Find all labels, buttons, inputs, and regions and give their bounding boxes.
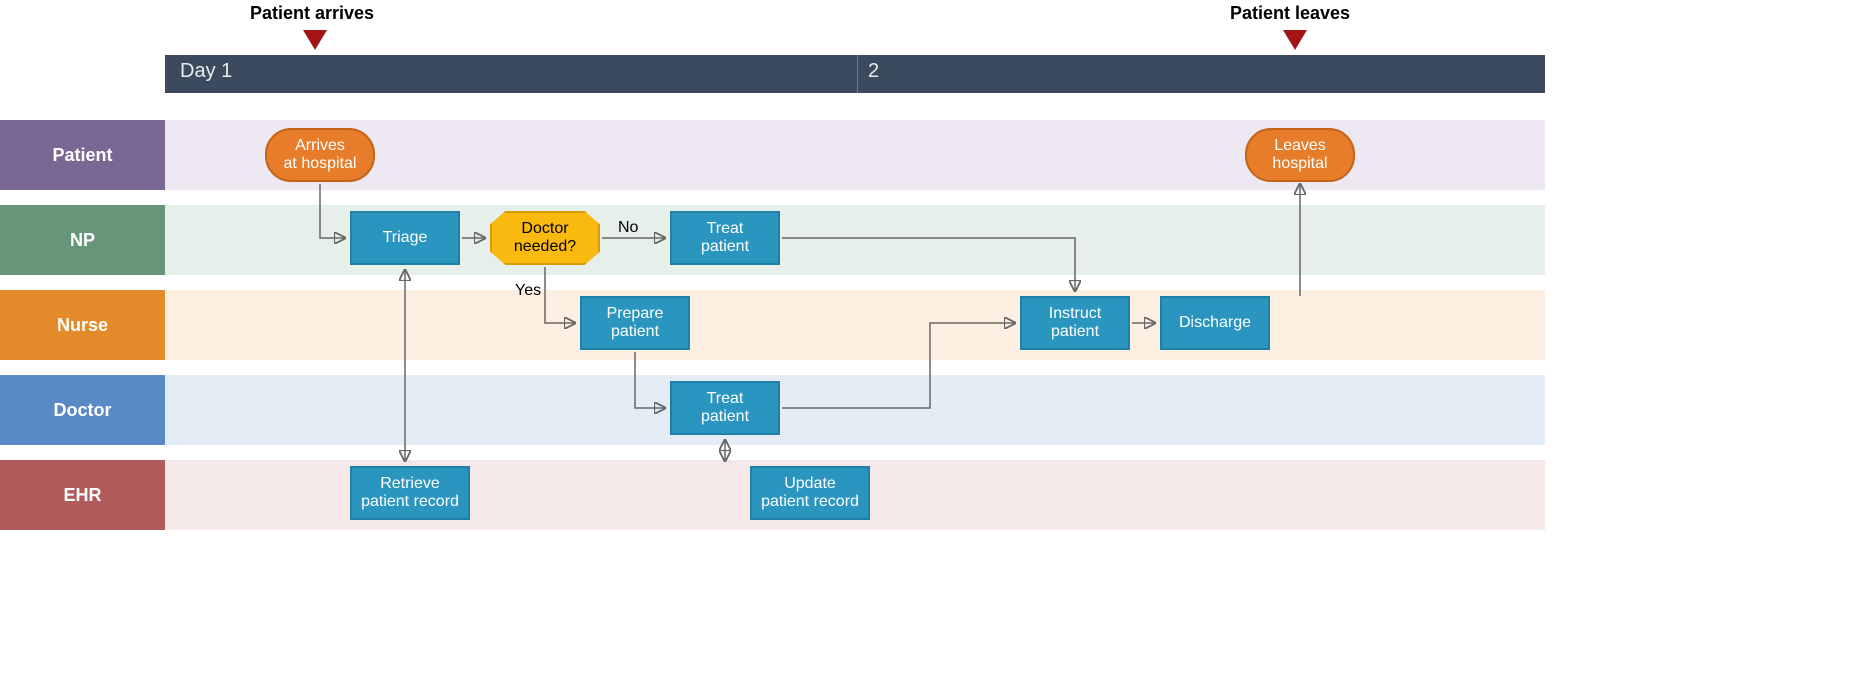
lane-ehr-label: EHR: [0, 460, 165, 530]
milestone-arrive-label: Patient arrives: [250, 3, 374, 24]
node-retrieve: Retrieve patient record: [350, 466, 470, 520]
node-treat-np: Treat patient: [670, 211, 780, 265]
timeline-segment-2: 2: [868, 60, 879, 83]
lane-np-label: NP: [0, 205, 165, 275]
node-update: Update patient record: [750, 466, 870, 520]
milestone-leave-label: Patient leaves: [1230, 3, 1350, 24]
milestone-leave-marker: [1283, 30, 1307, 50]
node-treat-doc: Treat patient: [670, 381, 780, 435]
timeline-bar: [165, 55, 1545, 93]
node-triage: Triage: [350, 211, 460, 265]
node-leaves: Leaves hospital: [1245, 128, 1355, 182]
lane-patient-label: Patient: [0, 120, 165, 190]
timeline-segment-1: Day 1: [180, 60, 232, 83]
node-discharge: Discharge: [1160, 296, 1270, 350]
timeline-divider: [857, 55, 858, 93]
edge-label-yes: Yes: [515, 282, 541, 300]
edge-label-no: No: [618, 219, 638, 237]
swimlane-diagram: Patient arrives Patient leaves Day 1 2 P…: [0, 0, 1861, 673]
milestone-arrive-marker: [303, 30, 327, 50]
lane-nurse-label: Nurse: [0, 290, 165, 360]
lane-doctor-label: Doctor: [0, 375, 165, 445]
node-prepare: Prepare patient: [580, 296, 690, 350]
node-doctor-needed: Doctor needed?: [490, 211, 600, 265]
node-instruct: Instruct patient: [1020, 296, 1130, 350]
node-arrives: Arrives at hospital: [265, 128, 375, 182]
lane-nurse: Nurse: [0, 290, 1545, 360]
